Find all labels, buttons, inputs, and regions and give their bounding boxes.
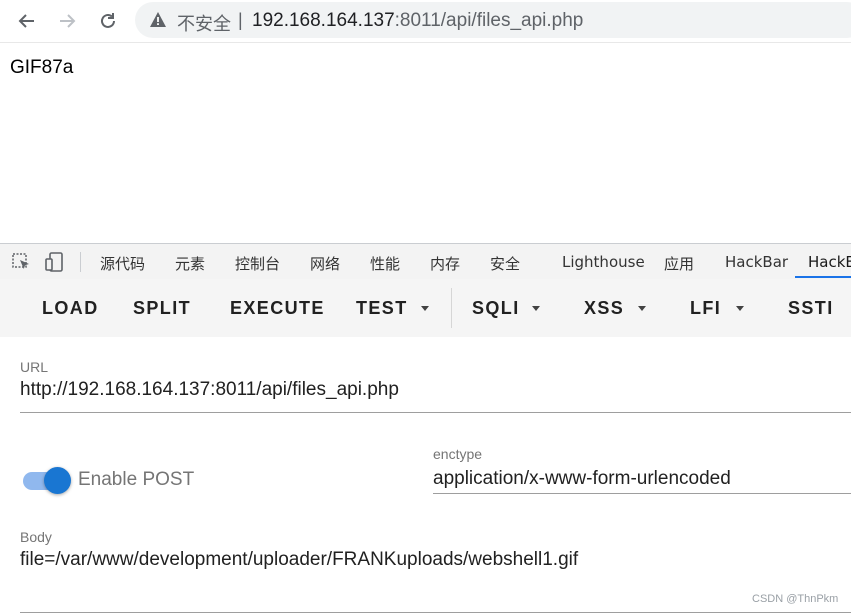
enctype-label: enctype	[433, 446, 483, 462]
inspect-element-icon[interactable]	[11, 252, 33, 272]
tab-hackbar[interactable]: HackBar	[725, 253, 788, 271]
tab-hackbar-active[interactable]: HackBa	[808, 253, 851, 271]
ssti-menu-button[interactable]: SSTI	[788, 298, 834, 319]
tab-performance[interactable]: 性能	[370, 253, 400, 274]
omnibox-separator: |	[238, 10, 243, 30]
tab-network[interactable]: 网络	[310, 253, 340, 274]
enable-post-toggle-thumb[interactable]	[44, 467, 71, 494]
url-field-underline	[20, 412, 851, 413]
hackbar-toolbar: LOAD SPLIT EXECUTE TEST SQLI XSS LFI SST…	[0, 279, 851, 337]
tab-lighthouse[interactable]: Lighthouse	[562, 253, 645, 271]
lfi-dropdown-caret-icon[interactable]	[736, 306, 744, 311]
security-label[interactable]: 不安全	[177, 10, 231, 36]
body-field-underline	[20, 612, 851, 613]
xss-menu-button[interactable]: XSS	[584, 298, 624, 319]
reload-icon	[101, 13, 115, 28]
forward-button[interactable]	[52, 6, 82, 36]
url-field-label: URL	[20, 359, 49, 375]
forward-arrow-icon	[60, 14, 76, 28]
page-body-text: GIF87a	[10, 57, 74, 78]
enctype-underline	[433, 493, 851, 494]
reload-button[interactable]	[93, 6, 123, 36]
tab-sources[interactable]: 源代码	[100, 253, 145, 274]
sqli-dropdown-caret-icon[interactable]	[532, 306, 540, 311]
lfi-menu-button[interactable]: LFI	[690, 298, 721, 319]
enctype-select[interactable]: application/x-www-form-urlencoded	[433, 468, 731, 490]
warning-triangle-icon[interactable]	[149, 11, 167, 28]
tab-console[interactable]: 控制台	[235, 253, 280, 274]
devtools-tab-bar: 源代码 元素 控制台 网络 性能 内存 安全 Lighthouse 应用 Hac…	[0, 243, 851, 280]
device-toolbar-icon[interactable]	[44, 252, 66, 272]
devtools-divider	[80, 252, 81, 272]
url-path: :8011/api/files_api.php	[394, 10, 584, 31]
sqli-menu-button[interactable]: SQLI	[472, 298, 520, 319]
url-host: 192.168.164.137	[252, 10, 395, 31]
tab-memory[interactable]: 内存	[430, 253, 460, 274]
browser-toolbar: 不安全 | 192.168.164.137:8011/api/files_api…	[0, 0, 851, 43]
load-button[interactable]: LOAD	[42, 298, 99, 319]
back-arrow-icon	[18, 14, 34, 28]
tab-application[interactable]: 应用	[664, 253, 694, 274]
execute-button[interactable]: EXECUTE	[230, 298, 325, 319]
test-menu-button[interactable]: TEST	[356, 298, 408, 319]
body-field-input[interactable]: file=/var/www/development/uploader/FRANK…	[20, 549, 578, 571]
test-dropdown-caret-icon[interactable]	[421, 306, 429, 311]
back-button[interactable]	[12, 6, 42, 36]
address-bar[interactable]: 不安全 | 192.168.164.137:8011/api/files_api…	[135, 2, 851, 38]
split-button[interactable]: SPLIT	[133, 298, 191, 319]
active-tab-indicator	[795, 276, 851, 278]
body-field-label: Body	[20, 529, 52, 545]
toolbar-divider	[451, 288, 452, 328]
tab-elements[interactable]: 元素	[175, 253, 205, 274]
url-text[interactable]: 192.168.164.137:8011/api/files_api.php	[252, 10, 583, 32]
xss-dropdown-caret-icon[interactable]	[638, 306, 646, 311]
url-field-input[interactable]: http://192.168.164.137:8011/api/files_ap…	[20, 379, 399, 401]
tab-security[interactable]: 安全	[490, 253, 520, 274]
enable-post-label[interactable]: Enable POST	[78, 469, 194, 491]
watermark-text: CSDN @ThnPkm	[752, 593, 839, 605]
